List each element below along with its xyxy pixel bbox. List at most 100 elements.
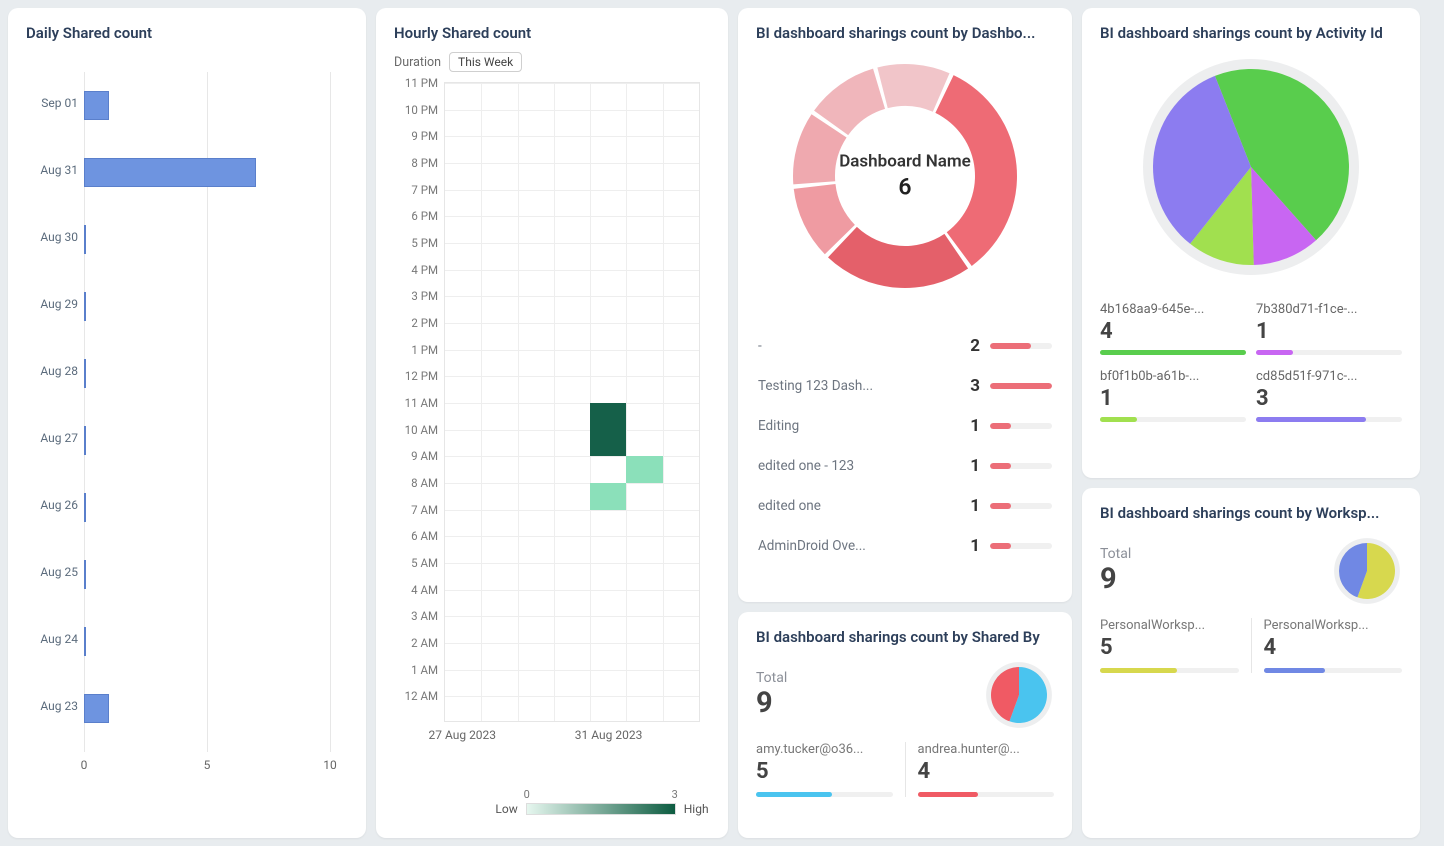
bar[interactable] <box>84 225 86 254</box>
legend-value: 4 <box>918 759 1055 784</box>
hour-label: 12 AM <box>394 689 438 703</box>
bar-row <box>84 608 330 675</box>
panel-title: BI dashboard sharings count by Dashbo... <box>756 24 1054 42</box>
hourly-shared-panel: Hourly Shared count Duration This Week 1… <box>376 8 728 838</box>
total-label: Total <box>756 670 787 686</box>
legend-value: 1 <box>1256 319 1402 344</box>
legend-row[interactable]: edited one - 123 1 <box>756 446 1054 486</box>
bar[interactable] <box>84 359 86 388</box>
legend-name: Editing <box>758 418 948 434</box>
bar[interactable] <box>84 91 109 120</box>
activity-id-panel: BI dashboard sharings count by Activity … <box>1082 8 1420 478</box>
legend-item[interactable]: 7b380d71-f1ce-... 1 <box>1256 302 1402 355</box>
hour-label: 11 AM <box>394 396 438 410</box>
legend-name: 4b168aa9-645e-... <box>1100 302 1246 317</box>
legend-row[interactable]: AdminDroid Ove... 1 <box>756 526 1054 566</box>
bar-row <box>84 474 330 541</box>
bar[interactable] <box>84 292 86 321</box>
hour-label: 8 AM <box>394 476 438 490</box>
legend-bar <box>1256 350 1402 355</box>
activity-pie-chart[interactable] <box>1136 52 1366 282</box>
legend-name: edited one - 123 <box>758 458 948 474</box>
hour-label: 1 PM <box>394 343 438 357</box>
bar[interactable] <box>84 493 86 522</box>
heat-cell[interactable] <box>626 456 662 483</box>
shared-by-pie[interactable] <box>984 660 1054 730</box>
hourly-heatmap[interactable]: 11 PM10 PM9 PM8 PM7 PM6 PM5 PM4 PM3 PM2 … <box>394 82 710 762</box>
legend-bar <box>1100 350 1246 355</box>
heat-cell[interactable] <box>590 403 626 456</box>
y-tick: Aug 24 <box>26 632 78 646</box>
legend-high: High <box>684 802 709 816</box>
legend-bar <box>1100 417 1246 422</box>
legend-row[interactable]: - 2 <box>756 326 1054 366</box>
hour-label: 5 AM <box>394 556 438 570</box>
workspace-pie[interactable] <box>1332 536 1402 606</box>
hour-label: 5 PM <box>394 236 438 250</box>
y-tick: Aug 30 <box>26 230 78 244</box>
hour-label: 1 AM <box>394 663 438 677</box>
hour-label: 2 AM <box>394 636 438 650</box>
legend-row[interactable]: Editing 1 <box>756 406 1054 446</box>
panel-title: BI dashboard sharings count by Shared By <box>756 628 1054 646</box>
legend-bar <box>990 423 1052 429</box>
legend-bar <box>1256 417 1402 422</box>
bar[interactable] <box>84 694 109 723</box>
legend-name: Testing 123 Dash... <box>758 378 948 394</box>
legend-value: 3 <box>1256 386 1402 411</box>
y-tick: Aug 27 <box>26 431 78 445</box>
legend-value: 5 <box>1100 635 1239 660</box>
legend-value: 1 <box>958 496 980 516</box>
bar[interactable] <box>84 627 86 656</box>
daily-bar-chart[interactable]: Sep 01 Aug 31 Aug 30 Aug 29 Aug 28 Aug 27 Aug … <box>26 72 348 792</box>
y-tick: Aug 31 <box>26 163 78 177</box>
bar[interactable] <box>84 158 256 187</box>
bar-row <box>84 407 330 474</box>
bar[interactable] <box>84 560 86 589</box>
hour-label: 10 PM <box>394 103 438 117</box>
hour-label: 7 PM <box>394 183 438 197</box>
legend-item[interactable]: PersonalWorksp... 4 <box>1251 618 1403 673</box>
legend-name: PersonalWorksp... <box>1100 618 1239 633</box>
legend-row[interactable]: Testing 123 Dash... 3 <box>756 366 1054 406</box>
shared-by-panel: BI dashboard sharings count by Shared By… <box>738 612 1072 838</box>
x-tick: 5 <box>204 758 211 772</box>
x-tick: 10 <box>323 758 337 772</box>
bar-row <box>84 340 330 407</box>
legend-item[interactable]: bf0f1b0b-a61b-... 1 <box>1100 369 1246 422</box>
legend-low: Low <box>495 802 517 816</box>
hour-label: 10 AM <box>394 423 438 437</box>
bar[interactable] <box>84 426 86 455</box>
legend-value: 5 <box>756 759 893 784</box>
hour-label: 3 AM <box>394 609 438 623</box>
panel-title: Hourly Shared count <box>394 24 710 42</box>
hour-label: 6 AM <box>394 529 438 543</box>
daily-shared-panel: Daily Shared count Sep 01Aug 31Aug 30Aug… <box>8 8 366 838</box>
legend-value: 1 <box>958 416 980 436</box>
legend-value: 2 <box>958 336 980 356</box>
legend-item[interactable]: amy.tucker@o36... 5 <box>756 742 905 797</box>
donut-slice[interactable] <box>828 227 968 288</box>
legend-bar <box>918 792 1055 797</box>
legend-item[interactable]: cd85d51f-971c-... 3 <box>1256 369 1402 422</box>
hour-label: 6 PM <box>394 209 438 223</box>
legend-value: 3 <box>958 376 980 396</box>
legend-bar <box>990 463 1052 469</box>
legend-item[interactable]: PersonalWorksp... 5 <box>1100 618 1251 673</box>
legend-value: 4 <box>1100 319 1246 344</box>
y-tick: Aug 28 <box>26 364 78 378</box>
duration-selector[interactable]: This Week <box>449 52 522 72</box>
x-tick: 31 Aug 2023 <box>575 728 643 742</box>
legend-item[interactable]: 4b168aa9-645e-... 4 <box>1100 302 1246 355</box>
donut-slice[interactable] <box>877 64 949 112</box>
heat-cell[interactable] <box>590 483 626 510</box>
legend-item[interactable]: andrea.hunter@... 4 <box>905 742 1055 797</box>
legend-name: - <box>758 338 948 354</box>
y-tick: Aug 29 <box>26 297 78 311</box>
legend-bar <box>990 343 1052 349</box>
legend-bar <box>756 792 893 797</box>
y-tick: Aug 25 <box>26 565 78 579</box>
legend-bar <box>1100 668 1239 673</box>
legend-row[interactable]: edited one 1 <box>756 486 1054 526</box>
y-tick: Sep 01 <box>26 96 78 110</box>
